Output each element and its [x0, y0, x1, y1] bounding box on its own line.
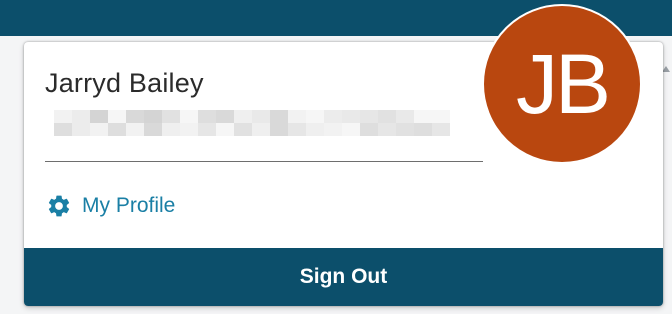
- email-redacted: [54, 110, 466, 136]
- user-name: Jarryd Bailey: [45, 68, 204, 98]
- avatar[interactable]: JB: [482, 4, 642, 164]
- my-profile-label: My Profile: [82, 194, 176, 217]
- sign-out-button[interactable]: Sign Out: [24, 248, 663, 306]
- gear-icon: [48, 195, 70, 217]
- scroll-up-arrow-icon[interactable]: [662, 66, 670, 72]
- my-profile-link[interactable]: My Profile: [46, 193, 175, 219]
- divider: [45, 161, 483, 162]
